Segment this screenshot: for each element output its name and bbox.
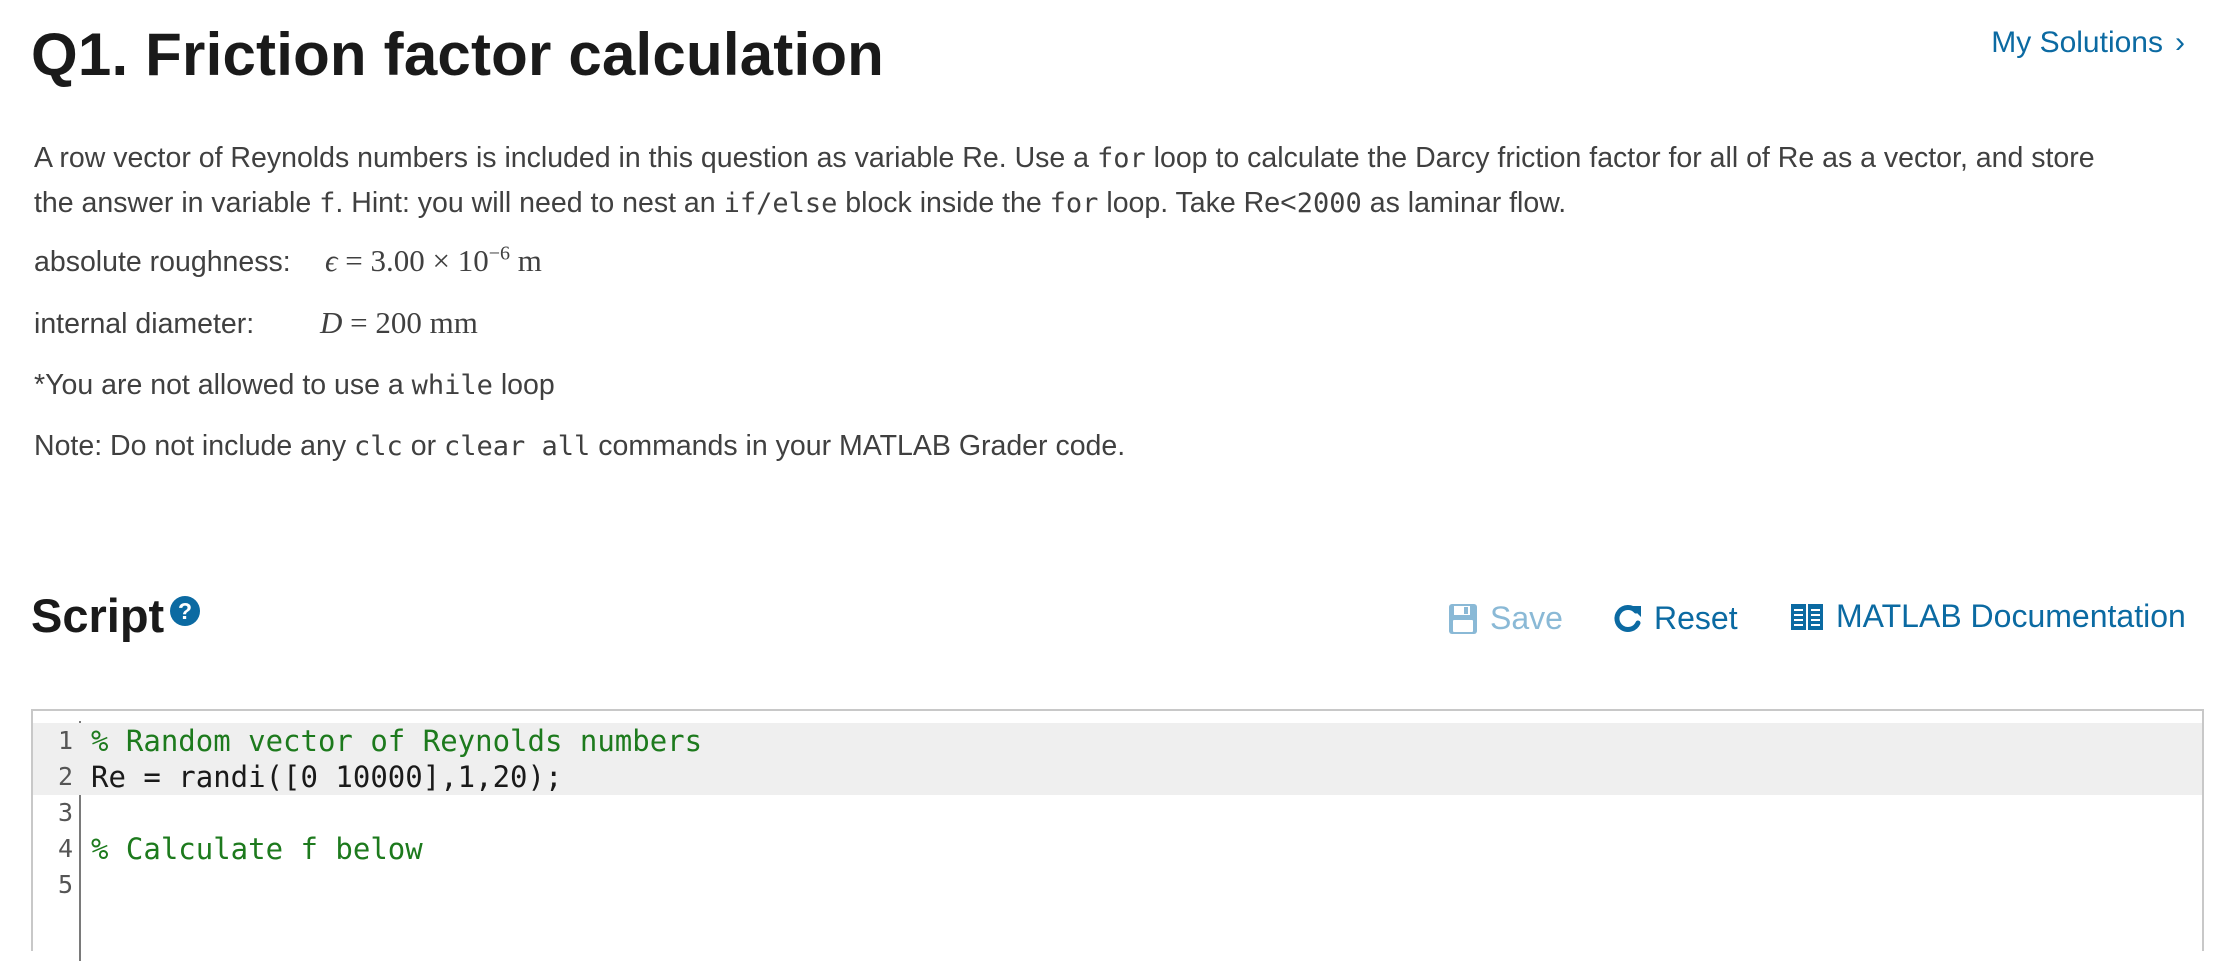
epsilon-symbol: ϵ <box>325 243 338 278</box>
roughness-unit: m <box>510 243 542 278</box>
note-text: Note: Do not include any <box>34 430 355 462</box>
code-inline: clc <box>354 431 403 462</box>
description-text: . Hint: you will need to nest an <box>335 187 724 219</box>
line-number: 2 <box>57 762 73 791</box>
diameter-symbol: D <box>320 305 343 340</box>
description-text: loop to calculate the Darcy friction fac… <box>1145 142 2095 174</box>
my-solutions-label: My Solutions <box>1991 26 2163 59</box>
diameter-label: internal diameter: <box>34 308 255 340</box>
problem-description: A row vector of Reynolds numbers is incl… <box>34 136 2134 226</box>
matlab-documentation-link[interactable]: MATLAB Documentation <box>1790 598 2186 635</box>
docs-label: MATLAB Documentation <box>1836 598 2186 634</box>
description-text: the answer in variable <box>34 187 320 219</box>
note-text: or <box>402 430 444 462</box>
roughness-equation: ϵ = 3.00 × 10−6 m <box>325 243 542 279</box>
diameter-equation: D = 200 mm <box>320 305 478 341</box>
code-inline: f <box>319 188 336 219</box>
line-number: 4 <box>57 834 73 863</box>
diameter-value: = 200 mm <box>342 305 478 340</box>
code-text[interactable]: % Random vector of Reynolds numbers <box>91 723 702 759</box>
grader-note: Note: Do not include any clc or clear al… <box>34 430 1125 463</box>
code-inline: if/else <box>723 188 838 219</box>
code-inline: for <box>1096 143 1146 174</box>
roughness-value: = 3.00 × 10 <box>337 243 489 278</box>
description-text: loop. Take Re< <box>1098 187 1297 219</box>
line-number: 3 <box>57 798 73 827</box>
save-label: Save <box>1490 600 1563 636</box>
description-text: as laminar flow. <box>1361 187 1567 219</box>
refresh-icon <box>1614 604 1641 632</box>
code-editor[interactable]: 1 % Random vector of Reynolds numbers 2 … <box>31 709 2204 961</box>
code-inline: 2000 <box>1296 188 1362 219</box>
help-icon[interactable]: ? <box>170 596 200 626</box>
while-text: loop <box>492 369 555 401</box>
chevron-right-icon: › <box>2175 26 2185 59</box>
description-text: block inside the <box>837 187 1050 219</box>
code-line[interactable]: 2 Re = randi([0 10000],1,20); <box>33 759 2202 795</box>
save-button[interactable]: Save <box>1448 600 1563 637</box>
code-line[interactable]: 1 % Random vector of Reynolds numbers <box>33 723 2202 759</box>
code-inline: while <box>411 370 493 401</box>
script-heading: Script <box>31 589 165 642</box>
roughness-label: absolute roughness: <box>34 246 291 278</box>
roughness-exponent: −6 <box>488 242 510 265</box>
code-text[interactable]: % Calculate f below <box>91 831 423 867</box>
while-text: *You are not allowed to use a <box>34 369 412 401</box>
reset-label: Reset <box>1654 600 1738 636</box>
code-inline: for <box>1049 188 1099 219</box>
note-text: commands in your MATLAB Grader code. <box>590 430 1126 462</box>
page-title: Q1. Friction factor calculation <box>31 21 885 88</box>
line-number: 5 <box>57 870 73 899</box>
reset-button[interactable]: Reset <box>1612 600 1738 637</box>
code-line[interactable]: 3 <box>33 795 2202 831</box>
code-text[interactable]: Re = randi([0 10000],1,20); <box>91 759 562 795</box>
description-text: A row vector of Reynolds numbers is incl… <box>34 142 1097 174</box>
code-inline: clear all <box>444 431 591 462</box>
my-solutions-link[interactable]: My Solutions › <box>1991 26 2185 60</box>
code-line[interactable]: 5 <box>33 867 2202 903</box>
book-icon <box>1791 603 1823 630</box>
line-number: 1 <box>57 726 73 755</box>
while-restriction: *You are not allowed to use a while loop <box>34 369 555 402</box>
code-line[interactable]: 4 % Calculate f below <box>33 831 2202 867</box>
save-disk-icon <box>1449 603 1477 634</box>
